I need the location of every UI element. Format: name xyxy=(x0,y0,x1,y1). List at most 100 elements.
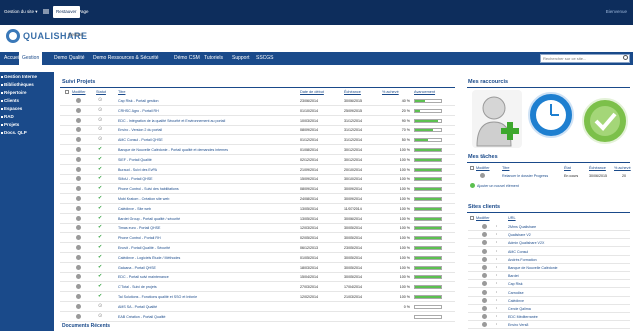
project-title[interactable]: SIEF - Portail Qualité xyxy=(118,158,296,162)
nav-accueil[interactable]: Accueil xyxy=(4,52,20,65)
client-edit-icon[interactable] xyxy=(482,265,487,270)
client-edit-icon[interactable] xyxy=(482,232,487,238)
page-icon[interactable] xyxy=(43,9,49,14)
row-edit-icon[interactable] xyxy=(76,274,81,280)
row-edit-icon[interactable] xyxy=(76,196,81,201)
project-title[interactable]: Enviro - Version 2 du portail xyxy=(118,128,296,132)
sidebar-item-repertoire[interactable]: Répertoire xyxy=(0,89,54,97)
select-all-checkbox[interactable] xyxy=(65,90,69,94)
row-edit-icon[interactable] xyxy=(76,117,81,123)
sidebar-item-gestion-interne[interactable]: Gestion Interne xyxy=(0,73,54,81)
row-edit-icon[interactable] xyxy=(76,245,81,250)
project-title[interactable]: EAB Création - Portail Qualité xyxy=(118,315,296,319)
row-edit-icon[interactable] xyxy=(76,235,81,241)
sidebar-item-projets[interactable]: Projets xyxy=(0,121,54,129)
sidebar-item-espaces[interactable]: Espaces xyxy=(0,105,54,113)
qualishare-logo-icon[interactable] xyxy=(6,29,20,43)
nav-sscgs[interactable]: SSCGS xyxy=(256,52,274,65)
nav-demo-qualite[interactable]: Demo Qualité xyxy=(54,52,85,65)
row-edit-icon[interactable] xyxy=(76,313,81,319)
sidebar-item-rad[interactable]: RAD xyxy=(0,113,54,121)
tasks-select-all[interactable] xyxy=(470,166,474,170)
project-title[interactable]: Galcana - Portail QHSE xyxy=(118,266,296,270)
sidebar-item-bibliotheques[interactable]: Bibliothèques xyxy=(0,81,54,89)
header-status[interactable]: Statut xyxy=(96,90,106,94)
client-edit-icon[interactable] xyxy=(482,248,487,254)
task-title[interactable]: Relancer le dossier Progress xyxy=(502,174,560,178)
row-edit-icon[interactable] xyxy=(76,225,81,231)
row-edit-icon[interactable] xyxy=(76,176,81,182)
row-edit-icon[interactable] xyxy=(76,254,81,260)
project-title[interactable]: Tal Solutions - Fonctions qualité et SSO… xyxy=(118,295,296,299)
client-site-link[interactable]: Bardet xyxy=(508,274,628,278)
client-edit-icon[interactable] xyxy=(482,322,487,328)
row-edit-icon[interactable] xyxy=(76,137,81,143)
header-due[interactable]: Échéance xyxy=(344,90,361,94)
row-edit-icon[interactable] xyxy=(76,294,81,299)
search-input[interactable]: Rechercher sur ce site... xyxy=(540,54,630,63)
client-site-link[interactable]: Carrodise xyxy=(508,291,628,295)
project-title[interactable]: Timas euro - Portail QHSE xyxy=(118,226,296,230)
tasks-header-due[interactable]: Échéance xyxy=(589,166,606,170)
nav-demo-csm[interactable]: Démo CSM xyxy=(174,52,200,65)
tasks-header-status[interactable]: État xyxy=(564,166,571,170)
project-title[interactable]: Banque de Nouvelle Calédonie - Portail q… xyxy=(118,148,296,152)
client-edit-icon[interactable] xyxy=(482,281,487,287)
client-edit-icon[interactable] xyxy=(482,273,487,279)
project-title[interactable]: Phone Control - Portail RH xyxy=(118,236,296,240)
row-edit-icon[interactable] xyxy=(76,166,81,172)
header-start[interactable]: Date de début xyxy=(300,90,324,94)
clients-select-all[interactable] xyxy=(470,216,474,220)
nav-demo-ressources[interactable]: Demo Ressources & Sécurité xyxy=(93,52,159,65)
row-edit-icon[interactable] xyxy=(76,186,81,192)
tasks-header-edit[interactable]: Modifier xyxy=(476,166,490,170)
clock-shortcut[interactable] xyxy=(526,90,576,140)
project-title[interactable]: Phone Control - Suivi des habilitations xyxy=(118,187,296,191)
client-edit-icon[interactable] xyxy=(482,240,487,246)
header-progress[interactable]: Avancement xyxy=(414,90,435,94)
client-site-link[interactable]: Andrés Formation xyxy=(508,258,628,262)
client-edit-icon[interactable] xyxy=(482,224,487,229)
add-icon[interactable] xyxy=(470,183,475,188)
project-title[interactable]: AMC Consul - Portail QHSE xyxy=(118,138,296,142)
client-site-link[interactable]: Calédinve xyxy=(508,299,628,303)
project-title[interactable]: SMoU - Portail QHSE xyxy=(118,177,296,181)
tasks-header-title[interactable]: Titre xyxy=(502,166,509,170)
client-edit-icon[interactable] xyxy=(482,306,487,311)
tasks-header-pct[interactable]: % achevé xyxy=(614,166,631,170)
user-menu[interactable]: Bienvenue xyxy=(606,6,627,18)
client-edit-icon[interactable] xyxy=(482,289,487,295)
client-site-link[interactable]: Cercle Qalima xyxy=(508,307,628,311)
search-icon[interactable] xyxy=(623,55,628,60)
project-title[interactable]: EDC - Intégration de la qualité Sécurité… xyxy=(118,119,296,123)
client-site-link[interactable]: 2Mms Qualishare xyxy=(508,225,628,229)
row-edit-icon[interactable] xyxy=(76,156,81,162)
client-site-link[interactable]: EDC Méditerranée xyxy=(508,315,628,319)
row-edit-icon[interactable] xyxy=(76,284,81,290)
client-site-link[interactable]: Enviro Vers8 xyxy=(508,323,628,327)
tasks-shortcut[interactable] xyxy=(580,96,630,146)
client-site-link[interactable]: Admin Qualishare V2X xyxy=(508,241,628,245)
nav-gestion[interactable]: Gestion xyxy=(19,52,43,65)
add-user-shortcut[interactable] xyxy=(472,90,522,148)
client-edit-icon[interactable] xyxy=(482,314,487,320)
client-edit-icon[interactable] xyxy=(482,256,487,262)
row-edit-icon[interactable] xyxy=(76,303,81,309)
client-site-link[interactable]: Cap Risk xyxy=(508,282,628,286)
nav-support[interactable]: Support xyxy=(232,52,250,65)
project-title[interactable]: Enovit - Portail Qualité - Sécurité xyxy=(118,246,296,250)
project-title[interactable]: Bardet Group - Portail qualité / sécurit… xyxy=(118,217,296,221)
client-edit-icon[interactable] xyxy=(482,297,487,303)
row-edit-icon[interactable] xyxy=(76,147,81,152)
row-edit-icon[interactable] xyxy=(76,215,81,221)
clients-header-edit[interactable]: Modifier xyxy=(476,216,490,220)
row-edit-icon[interactable] xyxy=(76,205,81,211)
nav-tutoriels[interactable]: Tutoriels xyxy=(204,52,223,65)
project-title[interactable]: Calédinve - Site web xyxy=(118,207,296,211)
project-title[interactable]: Calédinve - Logiciels Étude / Méthodes xyxy=(118,256,296,260)
row-edit-icon[interactable] xyxy=(76,264,81,270)
header-edit[interactable]: Modifier xyxy=(72,90,86,94)
sidebar-item-docs-qlp[interactable]: Docs. QLP xyxy=(0,129,54,137)
row-edit-icon[interactable] xyxy=(76,98,81,103)
task-edit-icon[interactable] xyxy=(480,173,485,178)
